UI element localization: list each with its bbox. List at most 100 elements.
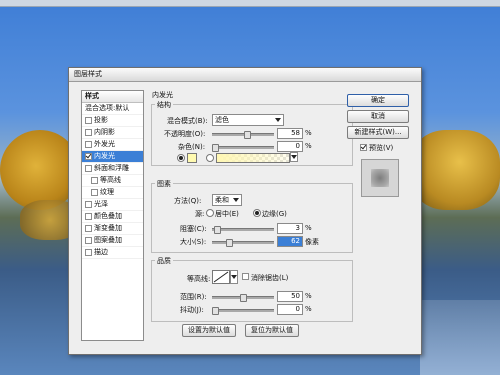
opacity-input[interactable]: 58 <box>277 128 303 139</box>
contour-picker[interactable] <box>212 270 230 284</box>
choke-input[interactable]: 3 <box>277 223 303 234</box>
choke-slider-handle[interactable] <box>214 226 221 234</box>
choke-label: 阻塞(C): <box>180 225 207 233</box>
style-list-header[interactable]: 样式 <box>82 91 143 103</box>
style-item[interactable]: 等高线 <box>82 175 143 187</box>
jitter-unit: % <box>305 305 312 313</box>
cancel-button[interactable]: 取消 <box>347 110 409 123</box>
jitter-slider-handle[interactable] <box>212 307 219 315</box>
noise-input[interactable]: 0 <box>277 141 303 152</box>
style-item-checkbox[interactable] <box>85 201 92 208</box>
size-slider[interactable] <box>212 239 274 247</box>
style-item[interactable]: 投影 <box>82 115 143 127</box>
new-style-button[interactable]: 新建样式(W)... <box>347 126 409 139</box>
preview-label[interactable]: 预览(V) <box>369 143 393 153</box>
anti-alias-checkbox[interactable] <box>242 273 249 280</box>
style-item-label: 投影 <box>94 116 108 124</box>
layer-style-dialog: 图层样式 样式 混合选项:默认 投影 内阴影 外发光 内发光 斜面和浮雕 等高线 纹理 光泽 颜色… <box>68 67 422 355</box>
structure-group-title: 结构 <box>155 100 173 110</box>
blend-mode-value: 滤色 <box>215 116 229 124</box>
style-item-checkbox[interactable] <box>85 225 92 232</box>
style-item-checkbox[interactable] <box>85 117 92 124</box>
reset-default-button[interactable]: 复位为默认值 <box>245 324 299 337</box>
chevron-down-icon <box>275 118 281 122</box>
style-item[interactable]: 颜色叠加 <box>82 211 143 223</box>
ok-button[interactable]: 确定 <box>347 94 409 107</box>
style-list: 样式 混合选项:默认投影内阴影 外发光内发光 斜面和浮雕等高线纹理 光泽颜色叠加渐变叠… <box>81 90 144 341</box>
size-input[interactable]: 62 <box>277 236 303 247</box>
glow-color-swatch[interactable] <box>187 153 197 163</box>
style-preview <box>361 159 399 197</box>
opacity-label: 不透明度(O): <box>164 130 206 138</box>
source-center-label[interactable]: 居中(E) <box>215 209 239 219</box>
opacity-unit: % <box>305 129 312 137</box>
style-item[interactable]: 渐变叠加 <box>82 223 143 235</box>
choke-slider[interactable] <box>212 226 274 234</box>
style-item-label: 等高线 <box>100 176 121 184</box>
elements-group-title: 图素 <box>155 179 173 189</box>
range-input[interactable]: 50 <box>277 291 303 302</box>
gradient-dropdown[interactable] <box>290 152 298 162</box>
noise-slider[interactable] <box>212 144 274 152</box>
dialog-title[interactable]: 图层样式 <box>69 68 421 82</box>
style-item[interactable]: 外发光 <box>82 139 143 151</box>
style-item[interactable]: 混合选项:默认 <box>82 103 143 115</box>
style-item-label: 混合选项:默认 <box>85 104 130 112</box>
style-item-checkbox[interactable] <box>85 141 92 148</box>
style-item-label: 描边 <box>94 248 108 256</box>
range-slider-handle[interactable] <box>240 294 247 302</box>
chevron-down-icon <box>231 275 237 279</box>
style-item[interactable]: 内阴影 <box>82 127 143 139</box>
glow-gradient-picker[interactable] <box>216 153 290 163</box>
jitter-slider[interactable] <box>212 307 274 315</box>
glow-gradient-radio[interactable] <box>206 154 214 162</box>
style-item-checkbox[interactable] <box>91 189 98 196</box>
style-item[interactable]: 描边 <box>82 247 143 259</box>
preview-checkbox[interactable] <box>360 144 367 151</box>
anti-alias-label[interactable]: 消除锯齿(L) <box>251 273 288 283</box>
range-slider[interactable] <box>212 294 274 302</box>
style-item[interactable]: 内发光 <box>82 151 143 163</box>
source-center-radio[interactable] <box>206 209 214 217</box>
opacity-slider-handle[interactable] <box>244 131 251 139</box>
style-item[interactable]: 光泽 <box>82 199 143 211</box>
method-select[interactable]: 柔和 <box>212 194 242 206</box>
quality-group-title: 品质 <box>155 256 173 266</box>
style-item-checkbox[interactable] <box>91 177 98 184</box>
chevron-down-icon <box>291 155 297 159</box>
autumn-tree-right <box>410 130 500 210</box>
style-item[interactable]: 斜面和浮雕 <box>82 163 143 175</box>
style-item-checkbox[interactable] <box>85 213 92 220</box>
noise-slider-handle[interactable] <box>212 144 219 152</box>
make-default-button[interactable]: 设置为默认值 <box>182 324 236 337</box>
jitter-input[interactable]: 0 <box>277 304 303 315</box>
source-edge-label[interactable]: 边缘(G) <box>262 209 287 219</box>
style-item-checkbox[interactable] <box>85 249 92 256</box>
size-unit: 像素 <box>305 238 319 246</box>
water-reflection <box>420 300 500 375</box>
style-item-checkbox[interactable] <box>85 237 92 244</box>
size-slider-handle[interactable] <box>226 239 233 247</box>
chevron-down-icon <box>233 198 239 202</box>
size-label: 大小(S): <box>180 238 207 246</box>
style-item[interactable]: 图案叠加 <box>82 235 143 247</box>
jitter-label: 抖动(J): <box>180 306 204 314</box>
glow-color-radio[interactable] <box>177 154 185 162</box>
style-item-label: 颜色叠加 <box>94 212 122 220</box>
style-preview-swatch <box>371 169 389 187</box>
style-item-checkbox[interactable] <box>85 129 92 136</box>
style-item-checkbox[interactable] <box>85 165 92 172</box>
style-item-label: 外发光 <box>94 140 115 148</box>
blend-mode-select[interactable]: 滤色 <box>212 114 284 126</box>
section-title: 内发光 <box>152 91 173 99</box>
contour-dropdown[interactable] <box>230 270 238 284</box>
style-item-label: 光泽 <box>94 200 108 208</box>
source-edge-radio[interactable] <box>253 209 261 217</box>
style-item-checkbox[interactable] <box>85 153 92 160</box>
style-item[interactable]: 纹理 <box>82 187 143 199</box>
style-item-label: 斜面和浮雕 <box>94 164 129 172</box>
app-top-bar <box>0 0 500 7</box>
opacity-slider[interactable] <box>212 131 274 139</box>
range-label: 范围(R): <box>180 293 207 301</box>
source-label: 源: <box>195 210 205 218</box>
